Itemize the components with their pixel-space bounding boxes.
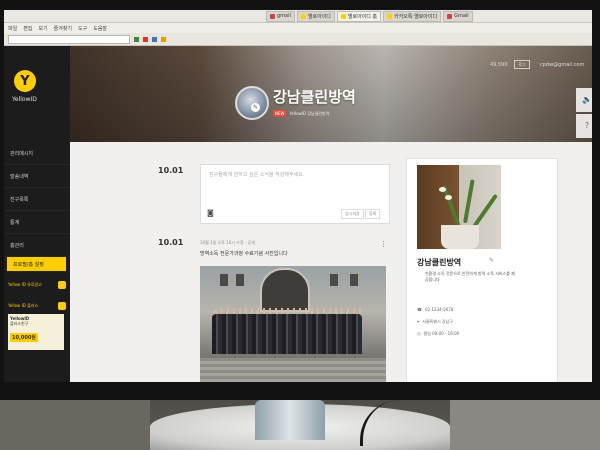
- post-date: 10.01: [158, 238, 184, 247]
- info-description: 친환경 소독 전문으로 안전하게 방역 소독 서비스를 제공합니다: [425, 271, 515, 282]
- save-draft-button[interactable]: 임시저장: [341, 209, 364, 219]
- tab-favicon-icon: [340, 13, 346, 19]
- promo-icon: [58, 281, 66, 289]
- camera-icon[interactable]: ✎: [251, 103, 260, 112]
- photo-orchid: [439, 187, 446, 192]
- submit-button[interactable]: 등록: [365, 209, 381, 219]
- bookmark-item[interactable]: [134, 36, 139, 42]
- photo-orchid: [445, 195, 452, 200]
- info-name: 강남클린방역: [417, 258, 462, 267]
- sidebar: Y YellowID 관리메시지 발송내역 친구목록 통계 홈관리 프로필/홈 …: [4, 46, 70, 382]
- photo-window: [350, 274, 358, 286]
- sidebar-item-home[interactable]: 홈관리: [4, 234, 70, 257]
- url-input[interactable]: [8, 34, 130, 44]
- yellowid-logo-icon[interactable]: Y: [14, 70, 36, 92]
- ad-price: 10,000원: [10, 333, 38, 342]
- composer-input[interactable]: 친구들에게 전하고 싶은 소식을 작성해주세요.: [209, 171, 304, 178]
- photo-leaf: [442, 184, 461, 228]
- camera-icon[interactable]: ◙: [207, 209, 214, 217]
- browser-tab-active[interactable]: 옐로아이디 홈: [336, 10, 382, 22]
- photo-leaf: [463, 179, 475, 224]
- desk-surface: [450, 400, 600, 450]
- sidebar-item-friends[interactable]: 친구목록: [4, 188, 70, 211]
- help-icon[interactable]: ?: [576, 114, 592, 138]
- sidebar-item-history[interactable]: 발송내역: [4, 165, 70, 188]
- browser-address-bar: [4, 33, 592, 46]
- more-options-icon[interactable]: ⋮: [380, 240, 387, 248]
- info-address: ⌖ 서울특별시 강남구: [417, 319, 453, 324]
- photo-stairs: [200, 358, 386, 382]
- menu-help[interactable]: 도움말: [93, 25, 107, 32]
- bookmark-icon: [143, 36, 148, 42]
- photo-window: [236, 274, 244, 286]
- bookmark-item[interactable]: [152, 36, 157, 42]
- promo-icon: [58, 302, 66, 310]
- location-icon: ⌖: [417, 319, 420, 324]
- speaker-icon[interactable]: 🔈: [576, 88, 592, 112]
- post-composer[interactable]: 친구들에게 전하고 싶은 소식을 작성해주세요. ◙ 임시저장 등록: [200, 164, 390, 224]
- sidebar-ad-banner[interactable]: YellowID 플러스친구 10,000원: [8, 314, 64, 350]
- ad-text: 플러스친구: [10, 321, 29, 326]
- photo-window: [220, 274, 228, 286]
- sidebar-item-messages[interactable]: 관리메시지: [4, 142, 70, 165]
- logo-text: YellowID: [12, 96, 37, 103]
- photo-building-arch: [260, 268, 310, 312]
- bookmark-icon: [161, 36, 166, 42]
- monitor-screen: gmail 옐로아이디 옐로아이디 홈 카카오톡 옐로아이디 Gmail 파일 …: [4, 10, 592, 382]
- browser-tab-bar: gmail 옐로아이디 옐로아이디 홈 카카오톡 옐로아이디 Gmail: [4, 10, 592, 23]
- menu-favorites[interactable]: 즐겨찾기: [54, 25, 72, 32]
- photo-pot: [441, 225, 479, 249]
- info-phone: ☎ 02-1234-5678: [417, 307, 454, 312]
- menu-file[interactable]: 파일: [8, 25, 17, 32]
- profile-handle: YellowID 강남클린방역: [289, 110, 330, 116]
- browser-tab[interactable]: 옐로아이디: [296, 10, 335, 22]
- bookmark-item[interactable]: [143, 36, 148, 42]
- sidebar-nav: 관리메시지 발송내역 친구목록 통계 홈관리 프로필/홈 설정 Yellow I…: [4, 142, 70, 314]
- bookmark-item[interactable]: [161, 36, 166, 42]
- bookmark-icon: [152, 36, 157, 42]
- monitor-stand-neck: [255, 400, 325, 440]
- page-title: 강남클린방역: [273, 88, 356, 106]
- sidebar-item-stats[interactable]: 통계: [4, 211, 70, 234]
- menu-tools[interactable]: 도구: [78, 25, 87, 32]
- profile-cover: 49,590 로그 cpdw@gmail.com ✎ 강남클린방역 NEW Ye…: [70, 46, 592, 142]
- bookmark-icon: [134, 36, 139, 42]
- friend-count: 49,590: [490, 62, 508, 68]
- post-date: 10.01: [158, 166, 184, 175]
- badge-row: NEW YellowID 강남클린방역: [273, 110, 329, 117]
- sidebar-promo[interactable]: Yellow ID 플러스: [8, 298, 66, 314]
- status-badge: NEW: [273, 110, 287, 117]
- phone-icon: ☎: [417, 307, 422, 312]
- tab-favicon-icon: [447, 13, 453, 19]
- browser-tab[interactable]: 카카오톡 옐로아이디: [383, 10, 442, 22]
- photo-crowd: [212, 314, 362, 354]
- profile-info-card: 강남클린방역 ✎ 친환경 소독 전문으로 안전하게 방역 소독 서비스를 제공합…: [406, 158, 558, 382]
- browser-menu-bar: 파일 편집 보기 즐겨찾기 도구 도움말: [4, 23, 592, 33]
- tab-favicon-icon: [387, 13, 393, 19]
- desk-surface: [0, 400, 150, 450]
- edit-icon[interactable]: ✎: [489, 257, 494, 264]
- post-meta: 10월 1일 오후 10시 수정 · 공개: [200, 240, 255, 245]
- browser-tab[interactable]: gmail: [266, 10, 295, 22]
- menu-edit[interactable]: 편집: [23, 25, 32, 32]
- sidebar-promo[interactable]: Yellow ID 유료광고: [8, 277, 66, 293]
- tab-favicon-icon: [300, 13, 306, 19]
- feed-area: 10.01 친구들에게 전하고 싶은 소식을 작성해주세요. ◙ 임시저장 등록…: [70, 142, 592, 382]
- sidebar-item-profile-active[interactable]: 프로필/홈 설정: [7, 257, 66, 272]
- tab-favicon-icon: [270, 13, 275, 19]
- menu-view[interactable]: 보기: [38, 25, 47, 32]
- top-action-button[interactable]: 로그: [514, 60, 530, 69]
- post-title: 방역소독 전문가과정 수료기념 사진입니다: [200, 251, 288, 257]
- info-hours: ◷ 평일 09:00 - 18:00: [417, 331, 460, 336]
- clock-icon: ◷: [417, 331, 421, 336]
- post-card: 10월 1일 오후 10시 수정 · 공개 방역소독 전문가과정 수료기념 사진…: [200, 240, 390, 382]
- user-account[interactable]: cpdw@gmail.com: [540, 62, 584, 68]
- photo-window: [330, 274, 338, 286]
- browser-tab[interactable]: Gmail: [443, 10, 473, 22]
- info-photo[interactable]: [417, 165, 501, 249]
- post-photo[interactable]: [200, 266, 386, 382]
